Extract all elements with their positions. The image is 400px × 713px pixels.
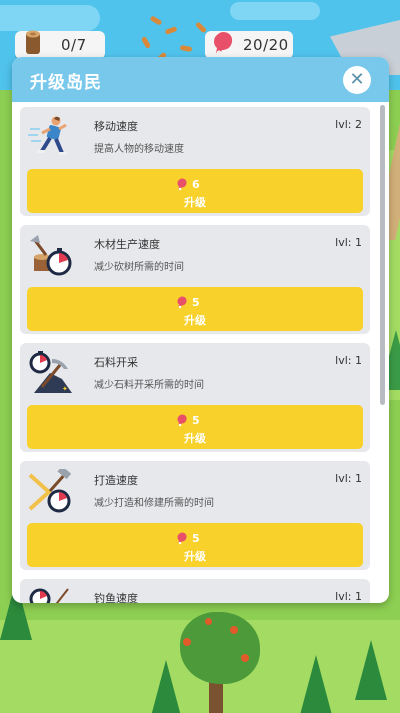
meat-icon [177, 414, 187, 427]
cost-value: 5 [192, 413, 200, 427]
pine-tree [300, 655, 332, 713]
upgrade-title: 移动速度 [94, 120, 138, 133]
upgrade-title: 石料开采 [94, 356, 138, 369]
meat-icon [214, 32, 233, 56]
upgrade-level: lvl: 1 [335, 590, 362, 603]
upgrade-islanders-dialog: 升级岛民 ✕ 移动速度 提高人物的移动速度 lvl: 2 6 升级 木材生产速度… [12, 57, 389, 603]
wood-counter: 0/7 [15, 30, 105, 59]
upgrade-button[interactable]: 5 升级 [27, 287, 363, 331]
upgrade-title: 木材生产速度 [94, 238, 160, 251]
sea-wave [230, 2, 320, 20]
hammer-timer-icon [28, 469, 72, 513]
upgrade-description: 减少打造和修建所需的时间 [94, 498, 214, 509]
dialog-title: 升级岛民 [30, 73, 102, 93]
cost-value: 5 [192, 531, 200, 545]
upgrade-title: 打造速度 [94, 474, 138, 487]
upgrade-cost: 5 [175, 531, 200, 545]
wood-count: 0/7 [61, 36, 87, 54]
upgrade-card-wood-speed: 木材生产速度 减少砍树所需的时间 lvl: 1 5 升级 [20, 225, 370, 334]
upgrade-button-label: 升级 [184, 432, 206, 445]
pickaxe-rock-timer-icon: ✦ [29, 351, 72, 393]
cost-value: 6 [192, 177, 200, 191]
upgrade-cost: 5 [175, 295, 200, 309]
upgrade-description: 减少石料开采所需的时间 [94, 380, 204, 391]
upgrade-level: lvl: 1 [335, 354, 362, 367]
upgrade-description: 提高人物的移动速度 [94, 144, 184, 155]
upgrade-button-label: 升级 [184, 196, 206, 209]
upgrade-button[interactable]: 5 升级 [27, 405, 363, 449]
svg-text:✦: ✦ [62, 385, 68, 393]
sea-wave [0, 5, 100, 31]
upgrade-cost: 6 [175, 177, 200, 191]
pine-tree [355, 640, 387, 700]
upgrade-level: lvl: 1 [335, 236, 362, 249]
dialog-header: 升级岛民 ✕ [12, 57, 389, 102]
upgrade-level: lvl: 2 [335, 118, 362, 131]
close-icon: ✕ [349, 69, 365, 90]
upgrade-button[interactable]: 5 升级 [27, 523, 363, 567]
meat-count: 20/20 [243, 36, 289, 54]
upgrade-button-label: 升级 [184, 550, 206, 563]
meat-icon [177, 178, 187, 191]
fishing-timer-icon [29, 588, 69, 603]
upgrade-card-fishing-speed: 钓鱼速度 lvl: 1 [20, 579, 370, 603]
upgrade-card-stone-mining: ✦ 石料开采 减少石料开采所需的时间 lvl: 1 5 升级 [20, 343, 370, 452]
upgrade-description: 减少砍树所需的时间 [94, 262, 184, 273]
running-man-icon [28, 116, 67, 155]
upgrade-title: 钓鱼速度 [94, 592, 138, 603]
meat-counter: 20/20 [205, 31, 293, 59]
fruit-tree [175, 612, 265, 713]
upgrade-card-crafting-speed: 打造速度 减少打造和修建所需的时间 lvl: 1 5 升级 [20, 461, 370, 570]
upgrade-level: lvl: 1 [335, 472, 362, 485]
wood-log-icon [26, 30, 40, 54]
upgrade-button[interactable]: 6 升级 [27, 169, 363, 213]
close-button[interactable]: ✕ [343, 66, 371, 94]
upgrade-button-label: 升级 [184, 314, 206, 327]
meat-icon [177, 296, 187, 309]
scrollbar[interactable] [380, 105, 385, 405]
meat-icon [177, 532, 187, 545]
upgrade-list[interactable]: 移动速度 提高人物的移动速度 lvl: 2 6 升级 木材生产速度 减少砍树所需… [12, 102, 389, 603]
cost-value: 5 [192, 295, 200, 309]
axe-stump-timer-icon [30, 235, 72, 276]
upgrade-card-move-speed: 移动速度 提高人物的移动速度 lvl: 2 6 升级 [20, 107, 370, 216]
upgrade-cost: 5 [175, 413, 200, 427]
